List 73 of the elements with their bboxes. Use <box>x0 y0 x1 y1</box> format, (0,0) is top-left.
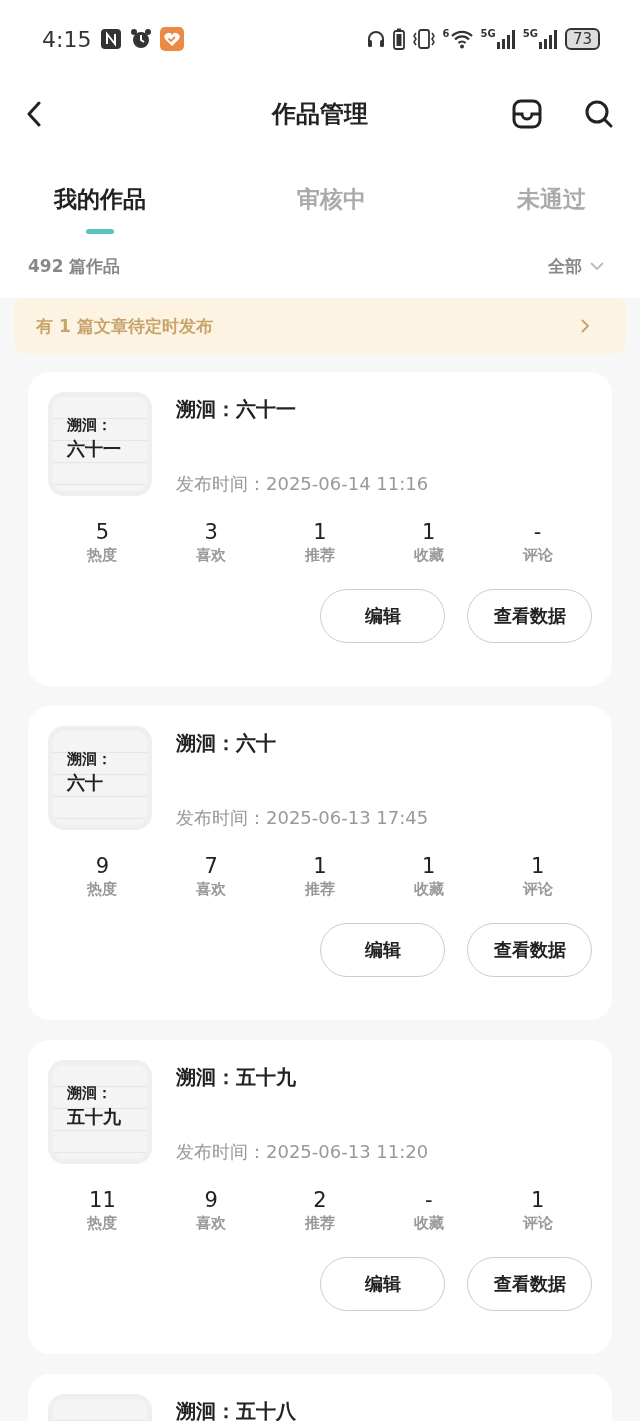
stat-value: 5 <box>95 520 110 544</box>
back-icon[interactable] <box>26 101 42 127</box>
wifi-label: 6 <box>442 29 450 39</box>
cover-text: 溯洄： <box>67 749 112 770</box>
stat-value: 9 <box>95 854 110 878</box>
notice-text: 有 1 篇文章待定时发布 <box>36 314 213 338</box>
search-icon[interactable] <box>584 99 614 129</box>
stat-value: 3 <box>204 520 218 544</box>
publish-time: 发布时间：2025-06-13 17:45 <box>176 806 429 830</box>
stat-label: 喜欢 <box>196 1214 227 1233</box>
signal-icon <box>537 29 558 49</box>
stat-label: 喜欢 <box>196 546 227 565</box>
stat-label: 收藏 <box>413 546 444 565</box>
battery-saver-icon <box>392 28 405 50</box>
stat-value: 1 <box>313 854 327 878</box>
stat-value: 7 <box>204 854 218 878</box>
work-title: 溯洄：六十一 <box>176 396 296 423</box>
chevron-right-icon <box>581 319 590 333</box>
stat-value: 1 <box>422 520 436 544</box>
page-title: 作品管理 <box>272 99 368 130</box>
tab[interactable]: 我的作品 <box>54 170 146 234</box>
stat-label: 推荐 <box>305 880 335 899</box>
view-data-button[interactable]: 查看数据 <box>467 923 592 977</box>
stat-label: 收藏 <box>413 1214 444 1233</box>
work-title: 溯洄：五十八 <box>176 1398 296 1421</box>
stat-label: 评论 <box>522 880 553 899</box>
stat-value: 1 <box>530 1188 545 1212</box>
battery-indicator: 73 <box>564 28 600 50</box>
cover-text: 溯洄： <box>67 415 112 436</box>
alarm-icon <box>129 28 154 50</box>
cover-text: 六十一 <box>67 437 121 461</box>
cover-text: 六十 <box>67 771 103 795</box>
view-data-button[interactable]: 查看数据 <box>467 1257 592 1311</box>
edit-button[interactable]: 编辑 <box>320 1257 445 1311</box>
stat-label: 推荐 <box>305 546 335 565</box>
work-title: 溯洄：五十九 <box>176 1064 296 1091</box>
inbox-icon[interactable] <box>512 99 542 129</box>
stat-label: 评论 <box>522 546 553 565</box>
network-label: 5G <box>522 29 538 39</box>
stat-value: 9 <box>204 1188 218 1212</box>
wifi-icon <box>449 29 474 49</box>
stat-value: - <box>533 520 542 544</box>
stat-value: 11 <box>89 1188 116 1212</box>
cover-text: 五十九 <box>67 1105 121 1129</box>
nfc-icon <box>100 28 123 50</box>
network-label: 5G <box>480 29 496 39</box>
stat-label: 收藏 <box>413 880 444 899</box>
filter-dropdown[interactable]: 全部 <box>548 254 604 278</box>
signal-icon <box>495 29 516 49</box>
stat-value: 1 <box>530 854 545 878</box>
view-data-button[interactable]: 查看数据 <box>467 589 592 643</box>
stat-label: 评论 <box>522 1214 553 1233</box>
cover-text: 溯洄： <box>67 1083 112 1104</box>
publish-time: 发布时间：2025-06-14 11:16 <box>176 472 429 496</box>
vibrate-icon <box>411 28 436 50</box>
edit-button[interactable]: 编辑 <box>320 923 445 977</box>
stat-value: - <box>425 1188 433 1212</box>
chevron-down-icon <box>590 261 604 271</box>
stat-value: 1 <box>422 854 436 878</box>
stat-label: 热度 <box>87 546 118 565</box>
publish-time: 发布时间：2025-06-13 11:20 <box>176 1140 429 1164</box>
work-title: 溯洄：六十 <box>176 730 276 757</box>
stat-value: 1 <box>313 520 327 544</box>
stat-label: 推荐 <box>305 1214 335 1233</box>
status-time: 4:15 <box>42 26 92 52</box>
edit-button[interactable]: 编辑 <box>320 589 445 643</box>
stat-label: 热度 <box>87 880 118 899</box>
stat-label: 热度 <box>87 1214 118 1233</box>
heart-app-icon <box>160 27 185 51</box>
headphones-icon <box>365 29 386 49</box>
work-count: 492 篇作品 <box>28 254 121 278</box>
stat-value: 2 <box>313 1188 327 1212</box>
stat-label: 喜欢 <box>196 880 227 899</box>
